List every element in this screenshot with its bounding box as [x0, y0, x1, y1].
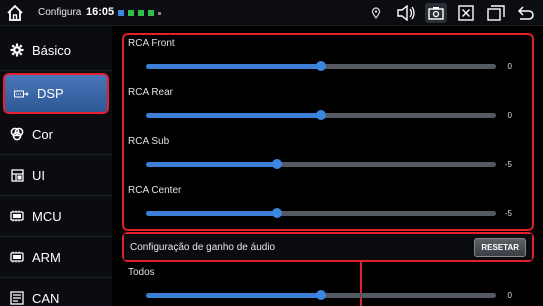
slider-value: 0: [507, 111, 512, 120]
can-icon: [8, 289, 26, 306]
palette-icon: [8, 125, 26, 143]
back-icon[interactable]: [515, 3, 537, 23]
slider-label: RCA Sub: [128, 136, 170, 147]
sidebar-item-arm[interactable]: ARM: [0, 237, 112, 278]
sidebar-item-cor[interactable]: Cor: [0, 114, 112, 155]
sidebar-item-label: MCU: [32, 208, 62, 224]
volume-icon[interactable]: [395, 3, 417, 23]
slider-thumb[interactable]: [316, 110, 326, 120]
clock: 16:05: [86, 6, 115, 18]
sidebar-item-label: DSP: [37, 86, 64, 101]
slider-track[interactable]: [146, 61, 496, 71]
dsp-panel: RCA Front 0 RCA Rear 0 RCA Sub -5 RCA Ce…: [112, 26, 543, 306]
slider-label: Todos: [128, 267, 155, 278]
audio-gain-row: Configuração de ganho de áudio RESETAR: [124, 234, 532, 260]
sidebar-item-label: ARM: [32, 249, 61, 265]
chip-icon: [8, 207, 26, 225]
slider-fill: [146, 293, 321, 298]
slider-fill: [146, 211, 278, 216]
slider-label: RCA Rear: [128, 87, 174, 98]
sidebar-item-dsp[interactable]: DSP: [3, 73, 109, 114]
home-icon[interactable]: [6, 4, 24, 22]
slider-value: -5: [504, 209, 512, 218]
slider-value: 0: [507, 291, 512, 300]
sidebar-item-can[interactable]: CAN: [0, 278, 112, 306]
slider-track[interactable]: [146, 110, 496, 120]
slider-fill: [146, 162, 278, 167]
indicator-icon: [138, 10, 144, 16]
sidebar-item-basico[interactable]: Básico: [0, 30, 112, 71]
gear-icon: [8, 41, 26, 59]
reset-button[interactable]: RESETAR: [474, 237, 526, 257]
slider-rca-center: RCA Center -5: [126, 185, 530, 233]
slider-thumb[interactable]: [272, 159, 283, 169]
status-bar: Configura 16:05: [0, 0, 543, 26]
slider-fill: [146, 64, 321, 69]
indicator-icon: [158, 12, 161, 15]
slider-value: 0: [507, 62, 512, 71]
slider-todos: Todos 0: [126, 267, 530, 306]
slider-value: -5: [504, 160, 512, 169]
app-title: Configura: [38, 7, 82, 18]
sidebar-item-label: Básico: [32, 42, 72, 58]
indicator-icon: [118, 10, 124, 16]
sidebar-item-ui[interactable]: UI: [0, 155, 112, 196]
slider-rca-front: RCA Front 0: [126, 38, 530, 86]
indicator-icon: [148, 10, 154, 16]
indicator-icon: [128, 10, 134, 16]
chip-icon: [8, 248, 26, 266]
screenshot-icon[interactable]: [425, 3, 447, 23]
slider-thumb[interactable]: [272, 208, 283, 218]
sidebar-item-label: UI: [32, 167, 45, 183]
slider-fill: [146, 113, 321, 118]
slider-label: RCA Front: [128, 38, 175, 49]
location-icon: [365, 3, 387, 23]
dsp-icon: [13, 85, 31, 103]
slider-track[interactable]: [146, 208, 496, 218]
sidebar: Básico DSP Cor UI MCU ARM CAN: [0, 26, 112, 306]
slider-track[interactable]: [146, 290, 496, 300]
slider-thumb[interactable]: [316, 61, 326, 71]
slider-label: RCA Center: [128, 185, 182, 196]
slider-thumb[interactable]: [316, 290, 326, 300]
audio-gain-label: Configuração de ganho de áudio: [130, 241, 276, 253]
sidebar-item-label: CAN: [32, 290, 60, 306]
slider-track[interactable]: [146, 159, 496, 169]
ui-icon: [8, 166, 26, 184]
sidebar-item-mcu[interactable]: MCU: [0, 196, 112, 237]
sidebar-item-label: Cor: [32, 126, 53, 142]
slider-rca-sub: RCA Sub -5: [126, 136, 530, 184]
notification-indicators: [118, 10, 161, 16]
close-icon[interactable]: [455, 3, 477, 23]
slider-rca-rear: RCA Rear 0: [126, 87, 530, 135]
recent-apps-icon[interactable]: [485, 3, 507, 23]
